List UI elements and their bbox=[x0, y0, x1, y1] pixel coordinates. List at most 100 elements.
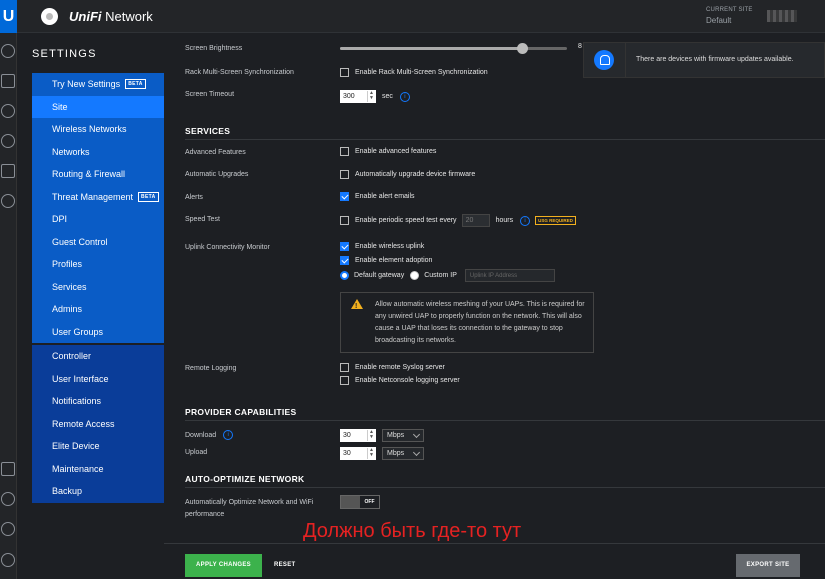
map-icon[interactable] bbox=[1, 104, 15, 118]
top-bar: UniFi Network CURRENT SITE Default bbox=[17, 0, 825, 33]
usg-required-badge: USG REQUIRED bbox=[535, 216, 576, 225]
action-bar: APPLY CHANGES RESET EXPORT SITE bbox=[164, 543, 825, 579]
info-icon[interactable]: i bbox=[520, 215, 531, 226]
alert-emails-checkbox[interactable] bbox=[340, 192, 349, 201]
screen-timeout-input[interactable]: 300 ▲ ▼ bbox=[340, 90, 376, 103]
divider bbox=[185, 139, 825, 140]
element-adoption-option[interactable]: Enable element adoption bbox=[340, 256, 432, 265]
speed-test-option: Enable periodic speed test every 20 hour… bbox=[340, 214, 576, 227]
nav-item-maintenance[interactable]: Maintenance bbox=[32, 457, 164, 480]
gear-icon[interactable] bbox=[1, 553, 15, 567]
custom-ip-radio[interactable] bbox=[410, 271, 420, 280]
screen-timeout-control: 300 ▲ ▼ sec i bbox=[340, 90, 410, 103]
statistics-icon[interactable] bbox=[1, 74, 15, 88]
remote-logging-label: Remote Logging bbox=[185, 365, 237, 372]
provider-capabilities-heading: PROVIDER CAPABILITIES bbox=[185, 407, 297, 417]
speed-test-interval-input[interactable]: 20 bbox=[461, 214, 490, 227]
download-label-group: Download i bbox=[185, 430, 234, 440]
user-avatar[interactable] bbox=[767, 10, 797, 22]
alerts-label: Alerts bbox=[185, 194, 203, 201]
ubiquiti-logo-icon[interactable]: U bbox=[0, 0, 17, 33]
default-gateway-radio[interactable] bbox=[340, 271, 349, 280]
nav-item-backup[interactable]: Backup bbox=[32, 480, 164, 503]
rack-sync-checkbox[interactable] bbox=[340, 68, 349, 77]
upload-control: 30 ▲ ▼ Mbps bbox=[340, 447, 424, 460]
nav-item-routing-firewall[interactable]: Routing & Firewall bbox=[32, 163, 164, 186]
rack-sync-label: Rack Multi-Screen Synchronization bbox=[185, 69, 294, 76]
brightness-slider-handle[interactable] bbox=[516, 43, 528, 54]
apply-changes-button[interactable]: APPLY CHANGES bbox=[185, 554, 262, 577]
events-icon[interactable] bbox=[1, 462, 15, 476]
annotation-text: Должно быть где-то тут bbox=[303, 520, 522, 542]
automatic-upgrades-option[interactable]: Automatically upgrade device firmware bbox=[340, 170, 475, 179]
nav-item-wireless-networks[interactable]: Wireless Networks bbox=[32, 118, 164, 141]
settings-nav: Try New Settings BETA Site Wireless Netwo… bbox=[32, 73, 164, 503]
rack-sync-option[interactable]: Enable Rack Multi-Screen Synchronization bbox=[340, 68, 488, 77]
uplink-ip-input[interactable]: Uplink IP Address bbox=[464, 269, 555, 282]
upload-unit-select[interactable]: Mbps bbox=[382, 447, 424, 460]
syslog-checkbox[interactable] bbox=[340, 363, 349, 372]
warning-icon bbox=[351, 299, 363, 313]
screen-timeout-label: Screen Timeout bbox=[185, 91, 235, 98]
chevron-down-icon bbox=[412, 448, 421, 456]
netconsole-option[interactable]: Enable Netconsole logging server bbox=[340, 376, 460, 385]
download-input[interactable]: 30 ▲ ▼ bbox=[340, 429, 376, 442]
nav-item-try-new-settings[interactable]: Try New Settings BETA bbox=[32, 73, 164, 96]
services-heading: SERVICES bbox=[185, 126, 231, 136]
nav-item-guest-control[interactable]: Guest Control bbox=[32, 230, 164, 253]
alert-emails-option[interactable]: Enable alert emails bbox=[340, 192, 415, 201]
auto-optimize-toggle[interactable]: OFF bbox=[340, 495, 380, 509]
clients-icon[interactable] bbox=[1, 164, 15, 178]
spinner-icon[interactable]: ▲ ▼ bbox=[367, 448, 375, 459]
download-unit-select[interactable]: Mbps bbox=[382, 429, 424, 442]
reset-button[interactable]: RESET bbox=[274, 554, 296, 577]
nav-item-controller[interactable]: Controller bbox=[32, 345, 164, 368]
speed-test-checkbox[interactable] bbox=[340, 216, 349, 225]
automatic-upgrades-checkbox[interactable] bbox=[340, 170, 349, 179]
dashboard-icon[interactable] bbox=[1, 44, 15, 58]
alerts-icon[interactable] bbox=[1, 492, 15, 506]
mesh-warning-box: Allow automatic wireless meshing of your… bbox=[340, 292, 594, 353]
nav-item-threat-management[interactable]: Threat Management BETA bbox=[32, 185, 164, 208]
nav-item-dpi[interactable]: DPI bbox=[32, 208, 164, 231]
firmware-notification[interactable]: There are devices with firmware updates … bbox=[583, 42, 825, 78]
nav-item-profiles[interactable]: Profiles bbox=[32, 253, 164, 276]
info-icon[interactable]: i bbox=[223, 430, 234, 440]
current-site-select[interactable]: Default bbox=[706, 16, 731, 25]
info-icon[interactable]: i bbox=[399, 91, 410, 102]
export-site-button[interactable]: EXPORT SITE bbox=[736, 554, 800, 577]
element-adoption-checkbox[interactable] bbox=[340, 256, 349, 265]
advanced-features-checkbox[interactable] bbox=[340, 147, 349, 156]
brightness-slider[interactable] bbox=[340, 43, 567, 54]
insights-icon[interactable] bbox=[1, 194, 15, 208]
wireless-uplink-checkbox[interactable] bbox=[340, 242, 349, 251]
syslog-option[interactable]: Enable remote Syslog server bbox=[340, 363, 445, 372]
devices-icon[interactable] bbox=[1, 134, 15, 148]
nav-item-user-interface[interactable]: User Interface bbox=[32, 367, 164, 390]
chat-icon[interactable] bbox=[1, 522, 15, 536]
nav-item-remote-access[interactable]: Remote Access bbox=[32, 412, 164, 435]
divider bbox=[185, 420, 825, 421]
unifi-logo-icon bbox=[41, 8, 58, 25]
upload-input[interactable]: 30 ▲ ▼ bbox=[340, 447, 376, 460]
nav-item-site[interactable]: Site bbox=[32, 95, 164, 118]
chevron-down-icon bbox=[412, 430, 421, 438]
icon-rail: U bbox=[0, 0, 17, 579]
divider bbox=[185, 487, 825, 488]
app-title: UniFi Network bbox=[69, 9, 153, 24]
nav-item-services[interactable]: Services bbox=[32, 275, 164, 298]
wireless-uplink-option[interactable]: Enable wireless uplink bbox=[340, 242, 424, 251]
brightness-value: 8 bbox=[578, 43, 582, 50]
advanced-features-option[interactable]: Enable advanced features bbox=[340, 147, 436, 156]
spinner-icon[interactable]: ▲ ▼ bbox=[367, 91, 375, 102]
nav-item-admins[interactable]: Admins bbox=[32, 298, 164, 321]
auto-optimize-heading: AUTO-OPTIMIZE NETWORK bbox=[185, 474, 305, 484]
uplink-monitor-label: Uplink Connectivity Monitor bbox=[185, 244, 270, 251]
nav-item-notifications[interactable]: Notifications bbox=[32, 390, 164, 413]
speed-test-label: Speed Test bbox=[185, 216, 220, 223]
nav-item-elite-device[interactable]: Elite Device bbox=[32, 435, 164, 458]
spinner-icon[interactable]: ▲ ▼ bbox=[367, 430, 375, 441]
nav-item-user-groups[interactable]: User Groups bbox=[32, 320, 164, 343]
netconsole-checkbox[interactable] bbox=[340, 376, 349, 385]
nav-item-networks[interactable]: Networks bbox=[32, 140, 164, 163]
